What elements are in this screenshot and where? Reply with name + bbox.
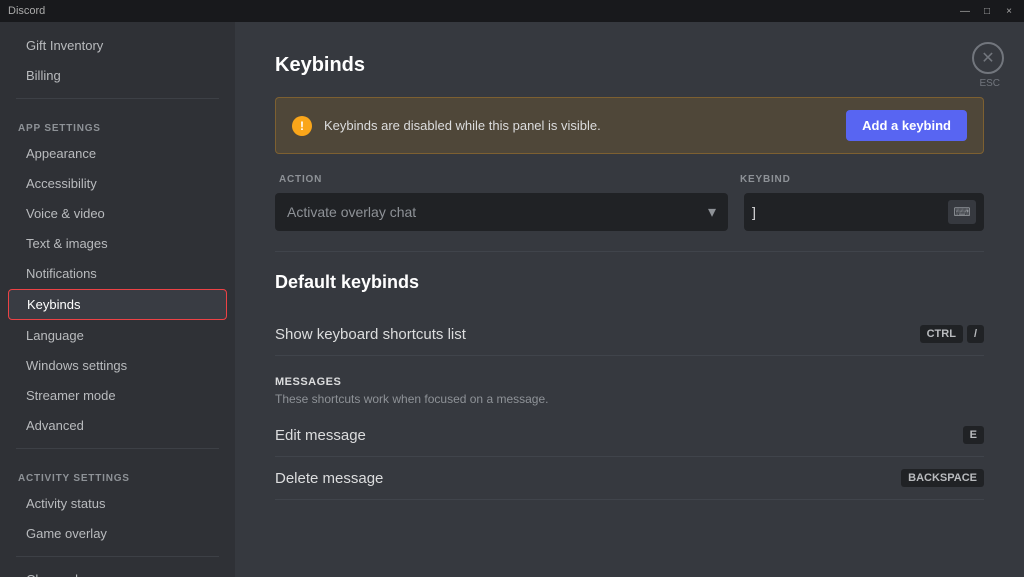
sidebar-item-windows-settings[interactable]: Windows settings — [8, 351, 227, 380]
app-settings-label: APP SETTINGS — [0, 107, 235, 138]
messages-section: MESSAGES These shortcuts work when focus… — [275, 376, 984, 500]
sidebar-item-gift-inventory[interactable]: Gift Inventory — [8, 31, 227, 60]
keybind-value: ] — [752, 204, 948, 220]
action-select[interactable]: Activate overlay chat — [275, 193, 728, 231]
sidebar: Gift Inventory Billing APP SETTINGS Appe… — [0, 22, 235, 577]
edit-message-label: Edit message — [275, 427, 366, 444]
keybind-list-label: Show keyboard shortcuts list — [275, 326, 466, 343]
keybind-header: KEYBIND — [740, 174, 980, 185]
close-button[interactable]: ✕ — [972, 42, 1004, 74]
action-header: ACTION — [279, 174, 724, 185]
sidebar-item-activity-status[interactable]: Activity status — [8, 489, 227, 518]
keybind-tag-ctrl: CTRL — [920, 325, 963, 343]
keybind-tag-e: E — [963, 426, 984, 444]
action-select-wrapper[interactable]: Activate overlay chat — [275, 193, 728, 231]
titlebar: Discord — □ × — [0, 0, 1024, 22]
edit-keybind-tags: E — [963, 426, 984, 444]
sidebar-item-game-overlay[interactable]: Game overlay — [8, 519, 227, 548]
sidebar-item-keybinds[interactable]: Keybinds — [8, 289, 227, 320]
esc-label: ESC — [979, 78, 1000, 89]
section-divider — [275, 251, 984, 252]
list-item: Show keyboard shortcuts list CTRL / — [275, 313, 984, 356]
keybind-tag-slash: / — [967, 325, 984, 343]
sidebar-item-accessibility[interactable]: Accessibility — [8, 169, 227, 198]
activity-settings-label: ACTIVITY SETTINGS — [0, 457, 235, 488]
sidebar-divider-2 — [16, 448, 219, 449]
add-keybind-button[interactable]: Add a keybind — [846, 110, 967, 141]
keybind-input-wrapper[interactable]: ] ⌨ — [744, 193, 984, 231]
delete-keybind-tags: BACKSPACE — [901, 469, 984, 487]
maximize-button[interactable]: □ — [980, 4, 994, 18]
sidebar-item-billing[interactable]: Billing — [8, 61, 227, 90]
table-headers: ACTION KEYBIND — [275, 174, 984, 185]
app-title: Discord — [8, 5, 958, 17]
sidebar-item-text-images[interactable]: Text & images — [8, 229, 227, 258]
list-item: Edit message E — [275, 414, 984, 457]
messages-section-label: MESSAGES — [275, 376, 984, 388]
sidebar-item-appearance[interactable]: Appearance — [8, 139, 227, 168]
messages-section-desc: These shortcuts work when focused on a m… — [275, 392, 984, 406]
window-close-button[interactable]: × — [1002, 4, 1016, 18]
main-content: ✕ ESC Keybinds ! Keybinds are disabled w… — [235, 22, 1024, 577]
warning-text: Keybinds are disabled while this panel i… — [324, 118, 834, 133]
window-controls: — □ × — [958, 4, 1016, 18]
keyboard-icon[interactable]: ⌨ — [948, 200, 976, 224]
page-title: Keybinds — [275, 54, 984, 77]
sidebar-item-notifications[interactable]: Notifications — [8, 259, 227, 288]
delete-message-label: Delete message — [275, 470, 383, 487]
list-item: Delete message BACKSPACE — [275, 457, 984, 500]
sidebar-divider-3 — [16, 556, 219, 557]
sidebar-item-voice-video[interactable]: Voice & video — [8, 199, 227, 228]
default-keybinds-title: Default keybinds — [275, 272, 984, 293]
keybind-tags: CTRL / — [920, 325, 984, 343]
sidebar-item-change-log[interactable]: Change log — [8, 565, 227, 577]
keybind-row: Activate overlay chat ] ⌨ — [275, 193, 984, 231]
sidebar-item-language[interactable]: Language — [8, 321, 227, 350]
minimize-button[interactable]: — — [958, 4, 972, 18]
warning-icon: ! — [292, 116, 312, 136]
sidebar-divider-1 — [16, 98, 219, 99]
keybind-tag-backspace: BACKSPACE — [901, 469, 984, 487]
warning-banner: ! Keybinds are disabled while this panel… — [275, 97, 984, 154]
sidebar-item-advanced[interactable]: Advanced — [8, 411, 227, 440]
sidebar-item-streamer-mode[interactable]: Streamer mode — [8, 381, 227, 410]
